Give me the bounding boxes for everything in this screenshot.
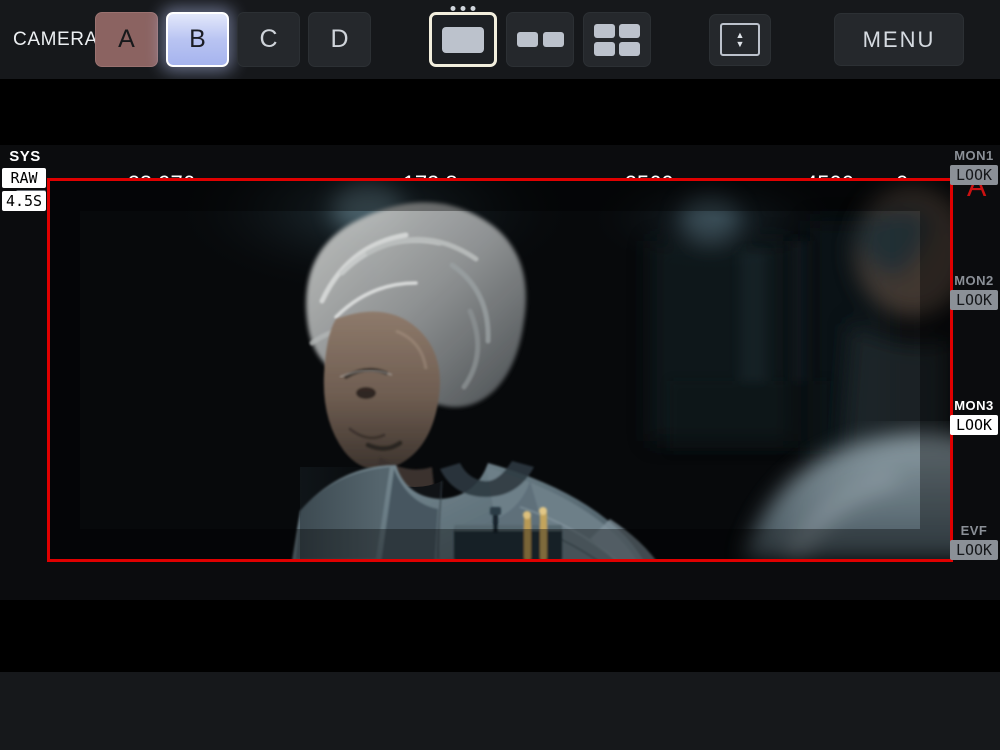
menu-button[interactable]: MENU xyxy=(834,13,964,66)
mon3-label: MON3 xyxy=(954,398,994,413)
evf-look-group: EVF LOOK xyxy=(950,523,998,560)
evf-label: EVF xyxy=(960,523,988,538)
camera-label: CAMERA xyxy=(13,28,98,50)
sys-rail: SYS RAW 4.5S xyxy=(2,148,48,211)
mon3-look-chip[interactable]: LOOK xyxy=(950,415,998,435)
evf-look-chip[interactable]: LOOK xyxy=(950,540,998,560)
sys-rail-title: SYS xyxy=(9,148,41,165)
top-status-bar: Cam A REC FPS 23.976 Leica THALIA 55 047… xyxy=(0,79,1000,216)
bottom-status-bar: Tc 16:06:08 BAT 1 23.7 V BAT 2 64 % Φ RE… xyxy=(0,600,1000,672)
camera-button-d[interactable]: D xyxy=(308,12,371,67)
scroll-updown-icon: ▲ ▼ xyxy=(720,23,760,56)
mon2-label: MON2 xyxy=(954,273,994,288)
viewfinder-video[interactable] xyxy=(50,181,950,559)
quad-pane-icon xyxy=(594,23,640,56)
camera-button-b[interactable]: B xyxy=(166,12,229,67)
viewfinder-scene xyxy=(50,181,950,559)
single-view-button[interactable] xyxy=(429,6,497,67)
mon2-look-group: MON2 LOOK xyxy=(950,273,998,310)
quad-view-button[interactable] xyxy=(583,12,651,67)
mon2-look-chip[interactable]: LOOK xyxy=(950,290,998,310)
single-pane-icon xyxy=(442,26,484,53)
mon3-look-group: MON3 LOOK xyxy=(950,398,998,435)
sys-chip-size[interactable]: 4.5S xyxy=(2,191,46,211)
sys-chip-raw[interactable]: RAW xyxy=(2,168,46,188)
scroll-updown-button[interactable]: ▲ ▼ xyxy=(709,13,771,66)
dual-pane-icon-right xyxy=(542,32,564,47)
view-mode-group xyxy=(429,6,651,67)
camera-button-a[interactable]: A xyxy=(95,12,158,67)
dual-pane-icon-left xyxy=(516,32,538,47)
camera-selector-group: A B C D xyxy=(95,12,371,67)
mon1-look-group: MON1 LOOK xyxy=(950,148,998,185)
mon1-label: MON1 xyxy=(954,148,994,163)
top-header-bar: CAMERA A B C D ▲ ▼ MENU xyxy=(0,0,1000,79)
bottom-toolbar: INPUT TOOLS VIDEO AUDIO FRAMELINES FRAME… xyxy=(0,672,1000,750)
mon1-look-chip[interactable]: LOOK xyxy=(950,165,998,185)
camera-control-app: CAMERA A B C D ▲ ▼ MENU A SYS RAW 4.5S M… xyxy=(0,0,1000,750)
dual-view-button[interactable] xyxy=(506,12,574,67)
three-dots-icon xyxy=(450,6,476,11)
camera-button-c[interactable]: C xyxy=(237,12,300,67)
